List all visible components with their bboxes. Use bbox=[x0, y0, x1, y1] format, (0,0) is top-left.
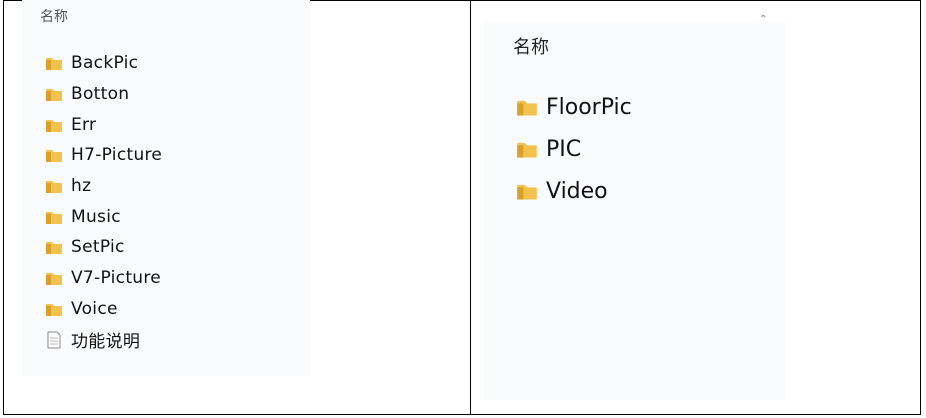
name-column-header[interactable]: 名称 bbox=[513, 33, 549, 59]
folder-icon bbox=[516, 180, 538, 202]
text-file-icon bbox=[45, 331, 63, 349]
list-item-v7-picture[interactable]: V7-Picture bbox=[45, 263, 162, 294]
folder-icon bbox=[45, 270, 63, 286]
folder-icon bbox=[45, 209, 63, 225]
folder-icon bbox=[516, 96, 538, 118]
item-label: Voice bbox=[71, 298, 118, 319]
item-label: Err bbox=[71, 114, 97, 135]
item-label: Music bbox=[71, 206, 121, 227]
item-label: Video bbox=[546, 178, 608, 204]
list-item-backpic[interactable]: BackPic bbox=[45, 48, 162, 79]
item-label: Botton bbox=[71, 84, 130, 105]
list-item-music[interactable]: Music bbox=[45, 201, 162, 232]
item-label: hz bbox=[71, 176, 92, 197]
folder-icon bbox=[45, 147, 63, 163]
folder-icon bbox=[516, 138, 538, 160]
folder-icon bbox=[45, 55, 63, 71]
item-label: FloorPic bbox=[546, 94, 632, 120]
list-item-err[interactable]: Err bbox=[45, 109, 162, 140]
folder-icon bbox=[45, 178, 63, 194]
list-item-floorpic[interactable]: FloorPic bbox=[516, 86, 632, 128]
list-item-pic[interactable]: PIC bbox=[516, 128, 632, 170]
folder-icon bbox=[45, 239, 63, 255]
folder-icon bbox=[45, 117, 63, 133]
item-label: SetPic bbox=[71, 237, 125, 258]
folder-icon bbox=[45, 86, 63, 102]
item-label: 功能说明 bbox=[71, 332, 141, 353]
name-column-header[interactable]: 名称 bbox=[40, 6, 68, 26]
list-item-voice[interactable]: Voice bbox=[45, 294, 162, 325]
folder-icon bbox=[45, 301, 63, 317]
item-label: BackPic bbox=[71, 53, 139, 74]
list-item-readme-file[interactable]: 功能说明 bbox=[45, 324, 162, 355]
item-label: V7-Picture bbox=[71, 268, 162, 289]
right-file-list: FloorPic PIC Video bbox=[516, 86, 632, 212]
sort-indicator-icon: ⌃ bbox=[759, 14, 768, 25]
item-label: PIC bbox=[546, 136, 582, 162]
item-label: H7-Picture bbox=[71, 145, 163, 166]
list-item-botton[interactable]: Botton bbox=[45, 79, 162, 110]
left-file-list: BackPic Botton Err H7-Picture hz Music S… bbox=[45, 48, 162, 355]
table-divider bbox=[470, 0, 471, 415]
list-item-h7-picture[interactable]: H7-Picture bbox=[45, 140, 162, 171]
list-item-hz[interactable]: hz bbox=[45, 171, 162, 202]
list-item-video[interactable]: Video bbox=[516, 170, 632, 212]
list-item-setpic[interactable]: SetPic bbox=[45, 232, 162, 263]
